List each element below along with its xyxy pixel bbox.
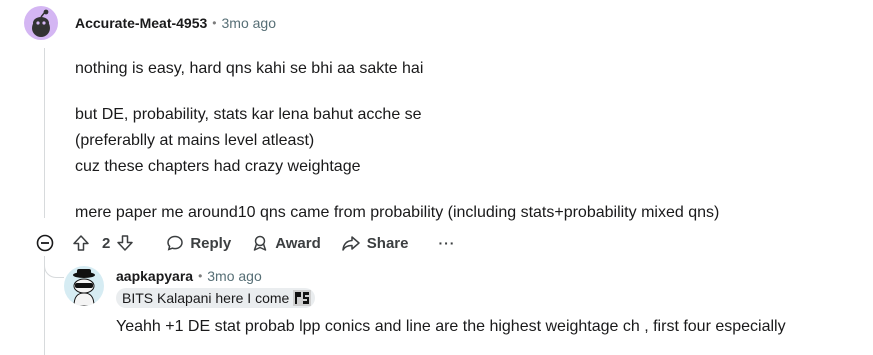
comment-paragraph: cuz these chapters had crazy weightage <box>75 158 361 175</box>
comment-timestamp[interactable]: 3mo ago <box>222 15 276 31</box>
upvote-icon <box>73 235 89 251</box>
avatar[interactable] <box>24 6 58 40</box>
share-label: Share <box>366 234 409 252</box>
reply-connector <box>44 256 64 278</box>
more-icon: ··· <box>438 235 456 251</box>
share-icon <box>342 236 360 251</box>
reddit-snoo-icon <box>32 9 50 37</box>
award-icon <box>253 235 267 251</box>
reply-label: Reply <box>190 234 232 252</box>
share-button[interactable]: Share <box>341 234 409 252</box>
comment-author[interactable]: Accurate-Meat-4953 <box>75 15 207 31</box>
reply-timestamp[interactable]: 3mo ago <box>207 268 261 284</box>
reply-meta: aapkapyara • 3mo ago <box>116 268 262 284</box>
downvote-button[interactable] <box>116 234 140 252</box>
reply-author[interactable]: aapkapyara <box>116 268 193 284</box>
reply-body: Yeahh +1 DE stat probab lpp conics and l… <box>116 318 786 335</box>
comment-paragraph: mere paper me around10 qns came from pro… <box>75 204 720 221</box>
thread-line[interactable] <box>44 48 45 218</box>
vote-count: 2 <box>102 234 111 252</box>
upvote-button[interactable] <box>72 234 96 252</box>
award-label: Award <box>275 234 321 252</box>
collapse-button[interactable] <box>34 232 56 254</box>
comment-paragraph: (preferablly at mains level atleast) <box>75 132 315 149</box>
reply-avatar[interactable] <box>64 266 104 306</box>
reply-button[interactable]: Reply <box>166 234 231 252</box>
flair-emoji-icon <box>293 290 312 306</box>
comment-paragraph: nothing is easy, hard qns kahi se bhi aa… <box>75 60 424 77</box>
comment-action-bar: 2 Reply Award Share ··· <box>34 230 475 256</box>
user-flair: BITS Kalapani here I come <box>116 288 316 308</box>
flair-text: BITS Kalapani here I come <box>122 290 290 306</box>
comment-body: nothing is easy, hard qns kahi se bhi aa… <box>75 56 719 226</box>
award-button[interactable]: Award <box>251 234 321 252</box>
collapse-icon <box>36 234 54 252</box>
comment-paragraph: but DE, probability, stats kar lena bahu… <box>75 106 422 123</box>
comment-meta: Accurate-Meat-4953 • 3mo ago <box>75 15 276 31</box>
meta-separator: • <box>212 16 217 30</box>
more-button[interactable]: ··· <box>438 235 455 251</box>
downvote-icon <box>117 235 134 251</box>
meta-separator: • <box>198 269 203 283</box>
reply-bubble-icon <box>167 235 184 251</box>
reddit-snoo-icon <box>73 269 95 306</box>
